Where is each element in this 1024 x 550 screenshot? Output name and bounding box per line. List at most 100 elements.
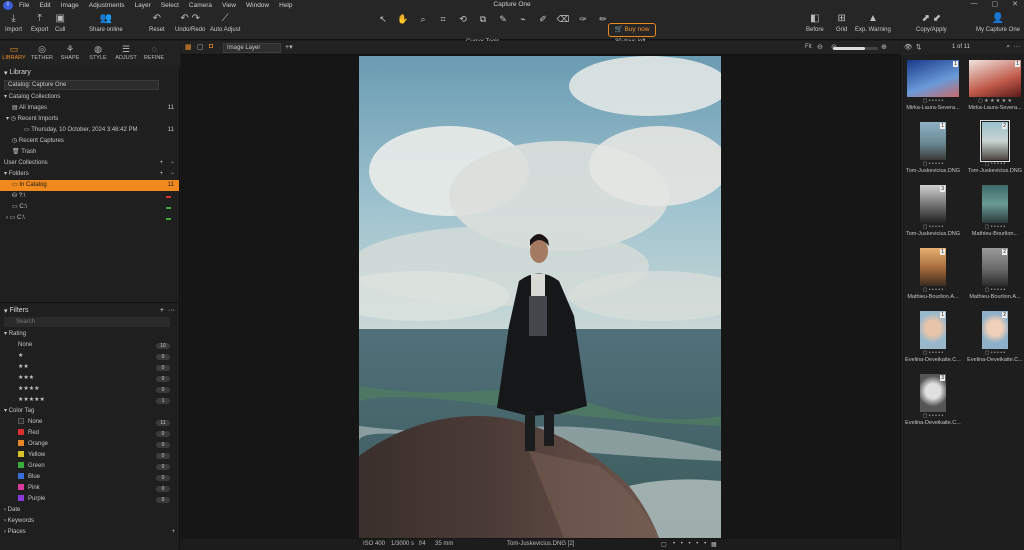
- import-button[interactable]: ⤓ Import: [5, 13, 22, 33]
- thumbnail[interactable]: 1 ▢ ★ ★ ★ ★ ★ Mirka-Laura-Severa...: [965, 59, 1024, 111]
- menu-window[interactable]: Window: [246, 2, 269, 9]
- crop-icon[interactable]: ⌗: [436, 14, 450, 25]
- add-place-icon[interactable]: +: [171, 527, 175, 538]
- places-header[interactable]: › Places +: [0, 527, 180, 538]
- thumbnail[interactable]: 2 ▢ • • • • • Tom-Juskevicius.DNG: [965, 120, 1024, 174]
- image-viewer[interactable]: [181, 55, 899, 539]
- close-icon[interactable]: ✕: [1012, 0, 1018, 8]
- thumbnail[interactable]: 3 ▢ • • • • • Evelina-Deveikaite.C...: [903, 374, 963, 426]
- menu-image[interactable]: Image: [61, 2, 79, 9]
- undo-redo-button[interactable]: ↶ ↷ Undo/Redo: [175, 13, 205, 33]
- thumbnail[interactable]: 1 ▢ • • • • • Tom-Juskevicius.DNG: [903, 122, 963, 174]
- recent-imports-item[interactable]: ▾ ◷ Recent Imports: [0, 114, 179, 125]
- thumbnail-rating[interactable]: ▢ • • • • •: [903, 223, 963, 231]
- zoom-out-icon[interactable]: ⊖: [817, 43, 823, 51]
- rating-row[interactable]: ★★★★★ 1: [0, 395, 180, 406]
- color-tag-row[interactable]: Red 0: [0, 428, 180, 439]
- menu-adjustments[interactable]: Adjustments: [89, 2, 125, 9]
- pan-hand-icon[interactable]: ✋: [396, 14, 410, 25]
- thumbnail[interactable]: 2 ▢ • • • • • Mathieu-Bourlion.A...: [965, 248, 1024, 300]
- proof-view-icon[interactable]: ◘: [209, 43, 213, 50]
- rating-row[interactable]: ★★★ 0: [0, 373, 180, 384]
- user-collections-header[interactable]: User Collections + −: [0, 158, 179, 169]
- picker-icon[interactable]: ✑: [576, 14, 590, 25]
- thumbnail-rating[interactable]: ▢ • • • • •: [903, 349, 963, 357]
- rating-row[interactable]: ★ 0: [0, 351, 180, 362]
- filter-search-input[interactable]: Search: [4, 317, 170, 327]
- rating-dots[interactable]: • • • • •: [673, 541, 708, 547]
- tab-tether[interactable]: ◎ TETHER: [28, 41, 56, 67]
- tab-shape[interactable]: ⚘ SHAPE: [56, 41, 84, 67]
- maximize-icon[interactable]: ▢: [992, 0, 999, 8]
- color-tag-row[interactable]: Pink 0: [0, 483, 180, 494]
- rating-header[interactable]: ▾ Rating: [0, 329, 180, 340]
- loupe-icon[interactable]: ⌕: [416, 14, 430, 25]
- rating-row[interactable]: ★★ 0: [0, 362, 180, 373]
- tab-style[interactable]: ◍ STYLE: [84, 41, 112, 67]
- add-layer-icon[interactable]: +▾: [285, 43, 293, 51]
- thumbnail-rating[interactable]: ▢ • • • • •: [965, 223, 1024, 231]
- folder-item-c2[interactable]: › ▭ C:\: [0, 213, 179, 224]
- exp-warning-button[interactable]: ▲ Exp. Warning: [855, 13, 891, 33]
- keystone-icon[interactable]: ⧉: [476, 14, 490, 25]
- auto-adjust-button[interactable]: ⟋ Auto Adjust: [210, 13, 240, 33]
- thumbnail[interactable]: 1 ▢ • • • • • Mathieu-Bourlion.A...: [903, 248, 963, 300]
- select-cursor-icon[interactable]: ↖: [376, 14, 390, 25]
- zoom-in-icon[interactable]: ⊕: [881, 43, 887, 51]
- eye-icon[interactable]: 👁: [904, 43, 912, 51]
- rating-row[interactable]: ★★★★ 0: [0, 384, 180, 395]
- before-button[interactable]: ◧ Before: [806, 13, 824, 33]
- my-capture-one-button[interactable]: 👤 My Capture One: [976, 13, 1020, 33]
- layer-dropdown[interactable]: Image Layer: [223, 43, 281, 53]
- sort-icon[interactable]: ⇅: [916, 43, 921, 51]
- reset-button[interactable]: ↶ Reset: [149, 13, 165, 33]
- menu-edit[interactable]: Edit: [39, 2, 50, 9]
- zoom-slider[interactable]: [833, 47, 878, 50]
- folders-header[interactable]: ▾ Folders + −: [0, 169, 179, 180]
- color-tag-row[interactable]: Green 0: [0, 461, 180, 472]
- eraser-icon[interactable]: ⌫: [556, 14, 570, 25]
- spot-removal-icon[interactable]: ✎: [496, 14, 510, 25]
- in-catalog-item[interactable]: ▭ In Catalog 11: [0, 180, 179, 191]
- copy-apply-button[interactable]: ⬈ ⬋ Copy/Apply: [916, 13, 947, 33]
- thumbnail[interactable]: 3 ▢ • • • • • Tom-Juskevicius.DNG: [903, 185, 963, 237]
- tab-refine[interactable]: ◌ REFINE: [140, 41, 168, 67]
- grid-button[interactable]: ⊞ Grid: [836, 13, 847, 33]
- cull-button[interactable]: ▣ Cull: [55, 13, 65, 33]
- grid-small-icon[interactable]: ▦: [711, 541, 717, 548]
- thumbnail-rating[interactable]: ▢ • • • • •: [965, 349, 1024, 357]
- single-view-icon[interactable]: ▢: [197, 43, 204, 51]
- menu-layer[interactable]: Layer: [135, 2, 151, 9]
- all-images-item[interactable]: ▤ All Images 11: [0, 103, 179, 114]
- minimize-icon[interactable]: —: [971, 0, 978, 8]
- remove-collection-icon[interactable]: −: [170, 158, 174, 169]
- share-online-button[interactable]: 👥 Share online: [89, 13, 123, 33]
- menu-file[interactable]: File: [19, 2, 29, 9]
- tab-library[interactable]: ▭ LIBRARY: [0, 41, 28, 67]
- catalog-dropdown[interactable]: Catalog: Capture One: [4, 80, 159, 90]
- menu-view[interactable]: View: [222, 2, 236, 9]
- tab-adjust[interactable]: ☰ ADJUST: [112, 41, 140, 67]
- thumbnail[interactable]: 2 ▢ • • • • • Evelina-Deveikaite.C...: [965, 311, 1024, 363]
- thumbnail-rating[interactable]: ▢ • • • • •: [903, 97, 963, 105]
- menu-help[interactable]: Help: [279, 2, 292, 9]
- more-icon[interactable]: ···: [1014, 43, 1021, 50]
- browser-search-icon[interactable]: ⌕: [1006, 43, 1010, 51]
- add-folder-icon[interactable]: +: [159, 169, 163, 180]
- color-tag-box-icon[interactable]: ▢: [661, 541, 667, 548]
- filters-header[interactable]: ▾ Filters + ···: [0, 305, 180, 316]
- export-button[interactable]: ⤒ Export: [31, 13, 48, 33]
- color-tag-header[interactable]: ▾ Color Tag: [0, 406, 180, 417]
- color-tag-row[interactable]: None 11: [0, 417, 180, 428]
- thumbnail-rating[interactable]: ▢ • • • • •: [965, 160, 1024, 168]
- more-icon[interactable]: ···: [168, 307, 175, 314]
- thumbnail-rating[interactable]: ▢ • • • • •: [903, 286, 963, 294]
- color-tag-row[interactable]: Purple 0: [0, 494, 180, 505]
- date-header[interactable]: › Date: [0, 505, 180, 516]
- trash-item[interactable]: 🗑 Trash: [0, 147, 179, 158]
- library-header[interactable]: ▾ Library: [0, 67, 179, 78]
- add-collection-icon[interactable]: +: [159, 158, 163, 169]
- menu-select[interactable]: Select: [161, 2, 179, 9]
- remove-folder-icon[interactable]: −: [170, 169, 174, 180]
- add-filter-icon[interactable]: +: [160, 307, 164, 314]
